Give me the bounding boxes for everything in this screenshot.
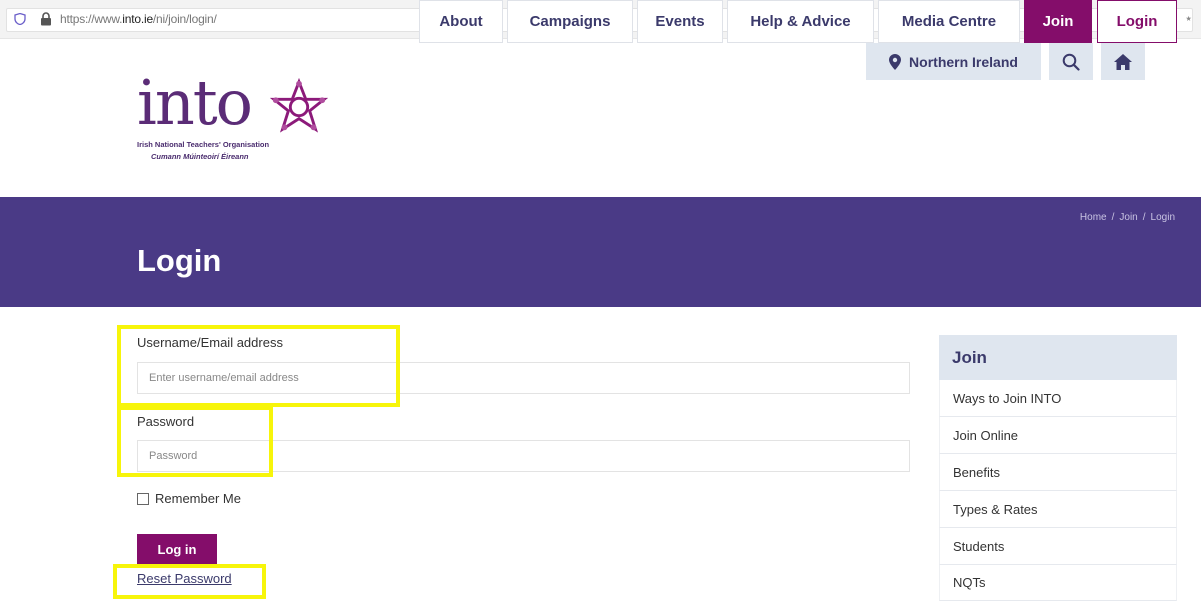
sidebar-item-join-online[interactable]: Join Online	[939, 417, 1177, 454]
logo-subtitle-irish: Cumann Múinteoirí Éireann	[151, 152, 249, 161]
remember-me-checkbox[interactable]	[137, 492, 149, 505]
remember-me-label: Remember Me	[155, 491, 241, 506]
nav-media-centre[interactable]: Media Centre	[878, 0, 1020, 43]
breadcrumb: Home / Join / Login	[1080, 212, 1175, 223]
highlight-password	[117, 406, 273, 477]
shield-icon	[14, 13, 26, 25]
nav-login-button[interactable]: Login	[1097, 0, 1177, 43]
region-label: Northern Ireland	[909, 53, 1018, 70]
region-selector-button[interactable]: Northern Ireland	[866, 43, 1041, 80]
breadcrumb-join[interactable]: Join	[1119, 212, 1137, 223]
log-in-button[interactable]: Log in	[137, 534, 217, 564]
breadcrumb-home[interactable]: Home	[1080, 212, 1107, 223]
sidebar-item-students[interactable]: Students	[939, 528, 1177, 565]
nav-campaigns[interactable]: Campaigns	[507, 0, 633, 43]
page-title: Login	[137, 243, 222, 278]
breadcrumb-separator: /	[1142, 212, 1146, 223]
bookmark-star-icon[interactable]: ⋆	[1184, 10, 1193, 27]
logo-star-emblem-icon	[270, 78, 328, 133]
lock-icon	[41, 12, 51, 26]
home-button[interactable]	[1101, 43, 1145, 80]
nav-help-advice[interactable]: Help & Advice	[727, 0, 874, 43]
site-logo[interactable]: into Irish National Teachers' Organisati…	[137, 72, 337, 172]
sidebar-item-nqts[interactable]: NQTs	[939, 565, 1177, 601]
sidebar-item-benefits[interactable]: Benefits	[939, 454, 1177, 491]
breadcrumb-login: Login	[1150, 212, 1175, 223]
nav-about[interactable]: About	[419, 0, 503, 43]
search-button[interactable]	[1049, 43, 1093, 80]
sidebar-item-ways-to-join[interactable]: Ways to Join INTO	[939, 380, 1177, 417]
logo-wordmark: into	[137, 66, 253, 139]
search-icon	[1062, 53, 1080, 71]
home-icon	[1114, 53, 1132, 70]
location-pin-icon	[889, 53, 902, 70]
url-text[interactable]: https://www.into.ie/ni/join/login/	[60, 12, 217, 26]
highlight-reset-password	[113, 564, 266, 599]
logo-subtitle-english: Irish National Teachers' Organisation	[137, 140, 270, 149]
breadcrumb-separator: /	[1111, 212, 1115, 223]
nav-join-button[interactable]: Join	[1024, 0, 1092, 43]
nav-events[interactable]: Events	[637, 0, 723, 43]
remember-me-option[interactable]: Remember Me	[137, 491, 241, 506]
highlight-username	[117, 325, 400, 407]
sidebar-heading: Join	[939, 335, 1177, 380]
sidebar-item-types-rates[interactable]: Types & Rates	[939, 491, 1177, 528]
